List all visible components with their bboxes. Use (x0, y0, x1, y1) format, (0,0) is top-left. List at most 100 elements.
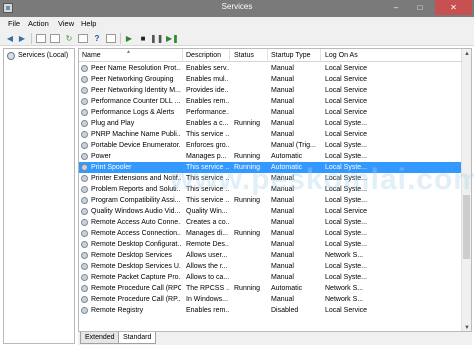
restart-service-icon[interactable]: ▶❚ (166, 34, 179, 43)
cell-description: Enables serv... (186, 65, 229, 72)
table-row[interactable]: Remote Procedure Call (RPC) The RPCSS ...… (79, 283, 463, 294)
cell-description: Allows user... (186, 252, 228, 259)
cell-description: Enables rem... (186, 98, 229, 105)
table-row[interactable]: Peer Name Resolution Prot... Enables serv… (79, 63, 463, 74)
export-list-icon[interactable] (78, 34, 88, 43)
cell-startup-type: Manual (271, 87, 294, 94)
cell-log-on-as: Network S... (325, 252, 364, 259)
cell-name: Remote Registry (91, 307, 144, 314)
table-row[interactable]: Peer Networking Identity M... Provides id… (79, 85, 463, 96)
service-gear-icon (81, 76, 88, 83)
console-view-icon[interactable] (106, 34, 116, 43)
column-header-startup-type[interactable]: Startup Type (271, 52, 311, 59)
close-button[interactable]: ✕ (435, 0, 472, 15)
menu-view[interactable]: View (58, 19, 74, 28)
cell-description: Enables rem... (186, 307, 229, 314)
forward-arrow-icon[interactable]: ▶ (17, 34, 27, 43)
table-row[interactable]: Remote Access Auto Conne... Creates a co.… (79, 217, 463, 228)
table-row[interactable]: Peer Networking Grouping Enables mul... Ma… (79, 74, 463, 85)
cell-description: Manages p... (186, 153, 227, 160)
table-row[interactable]: Performance Logs & Alerts Performance... M… (79, 107, 463, 118)
table-row[interactable]: Remote Procedure Call (RP... In Windows..… (79, 294, 463, 305)
cell-log-on-as: Local Syste... (325, 219, 368, 226)
table-row[interactable]: Remote Access Connection... Manages di...… (79, 228, 463, 239)
refresh-icon[interactable]: ↻ (64, 34, 74, 43)
back-arrow-icon[interactable]: ◀ (5, 34, 15, 43)
cell-name: Peer Networking Identity M... (91, 87, 181, 94)
cell-description: The RPCSS ... (186, 285, 229, 292)
table-row[interactable]: Remote Packet Capture Pro... Allows to ca… (79, 272, 463, 283)
table-row[interactable]: Remote Desktop Configurat... Remote Des..… (79, 239, 463, 250)
column-header-name[interactable]: Name (82, 52, 101, 59)
service-gear-icon (81, 285, 88, 292)
column-divider[interactable] (320, 49, 321, 62)
tab-standard[interactable]: Standard (118, 332, 157, 344)
column-header-status[interactable]: Status (234, 52, 254, 59)
toolbar: ◀ ▶ ↻ ? ▶ ■ ❚❚ ▶❚ (0, 31, 474, 46)
cell-description: This service ... (186, 197, 229, 204)
table-row[interactable]: Plug and Play Enables a c... Running Manual… (79, 118, 463, 129)
table-row[interactable]: Power Manages p... Running Automatic Local S… (79, 151, 463, 162)
cell-log-on-as: Local Service (325, 208, 368, 215)
cell-log-on-as: Local Service (325, 109, 368, 116)
menu-help[interactable]: Help (81, 19, 96, 28)
table-row[interactable]: Performance Counter DLL ... Enables rem..… (79, 96, 463, 107)
sort-ascending-icon: ▲ (126, 49, 131, 55)
cell-name: Portable Device Enumerator... (91, 142, 181, 149)
service-gear-icon (81, 65, 88, 72)
cell-name: Program Compatibility Assi... (91, 197, 181, 204)
table-row[interactable]: PNRP Machine Name Publi... This service .… (79, 129, 463, 140)
cell-log-on-as: Local Service (325, 65, 368, 72)
cell-status: Running (234, 197, 261, 204)
cell-name: Power (91, 153, 111, 160)
scroll-up-icon[interactable]: ▲ (462, 49, 471, 59)
cell-log-on-as: Local Syste... (325, 241, 368, 248)
minimize-button[interactable]: – (384, 0, 408, 15)
table-row[interactable]: Quality Windows Audio Vid... Quality Win.… (79, 206, 463, 217)
show-hide-tree-icon[interactable] (36, 34, 46, 43)
column-divider[interactable] (229, 49, 230, 62)
cell-status: Running (234, 153, 261, 160)
column-divider[interactable] (182, 49, 183, 62)
cell-description: Performance... (186, 109, 229, 116)
stop-service-icon[interactable]: ■ (138, 34, 148, 43)
table-row[interactable]: Remote Desktop Services Allows user... Man… (79, 250, 463, 261)
scroll-down-icon[interactable]: ▼ (462, 323, 471, 331)
menu-file[interactable]: File (8, 19, 20, 28)
cell-log-on-as: Local Syste... (325, 197, 368, 204)
cell-description: Allows the r... (186, 263, 228, 270)
table-row[interactable]: Remote Registry Enables rem... Disabled Loc… (79, 305, 463, 316)
cell-description: Enables a c... (186, 120, 229, 127)
scrollbar-thumb[interactable] (463, 195, 470, 259)
service-gear-icon (81, 109, 88, 116)
help-icon[interactable]: ? (92, 34, 102, 43)
start-service-icon[interactable]: ▶ (124, 34, 134, 43)
cell-name: Performance Counter DLL ... (91, 98, 181, 105)
tab-extended[interactable]: Extended (80, 332, 120, 344)
cell-log-on-as: Local Syste... (325, 142, 368, 149)
pause-service-icon[interactable]: ❚❚ (150, 34, 163, 43)
column-header-description[interactable]: Description (186, 52, 221, 59)
cell-description: Allows to ca... (186, 274, 229, 281)
cell-startup-type: Manual (271, 219, 294, 226)
title-bar: Services – □ ✕ (0, 0, 474, 17)
cell-log-on-as: Local Syste... (325, 120, 368, 127)
cell-startup-type: Manual (271, 296, 294, 303)
menu-action[interactable]: Action (28, 19, 49, 28)
cell-name: Remote Desktop Configurat... (91, 241, 181, 248)
service-gear-icon (81, 208, 88, 215)
watermark: www.peskomlai.com (170, 163, 474, 196)
cell-startup-type: Manual (271, 263, 294, 270)
cell-description: Creates a co... (186, 219, 229, 226)
table-row[interactable]: Remote Desktop Services U... Allows the r… (79, 261, 463, 272)
table-row[interactable]: Portable Device Enumerator... Enforces gr… (79, 140, 463, 151)
service-gear-icon (81, 230, 88, 237)
service-gear-icon (81, 98, 88, 105)
column-divider[interactable] (267, 49, 268, 62)
column-header-log-on-as[interactable]: Log On As (325, 52, 358, 59)
cell-name: Remote Packet Capture Pro... (91, 274, 181, 281)
maximize-button[interactable]: □ (408, 0, 432, 15)
cell-log-on-as: Local Service (325, 76, 368, 83)
cell-startup-type: Manual (271, 208, 294, 215)
properties-icon[interactable] (50, 34, 60, 43)
